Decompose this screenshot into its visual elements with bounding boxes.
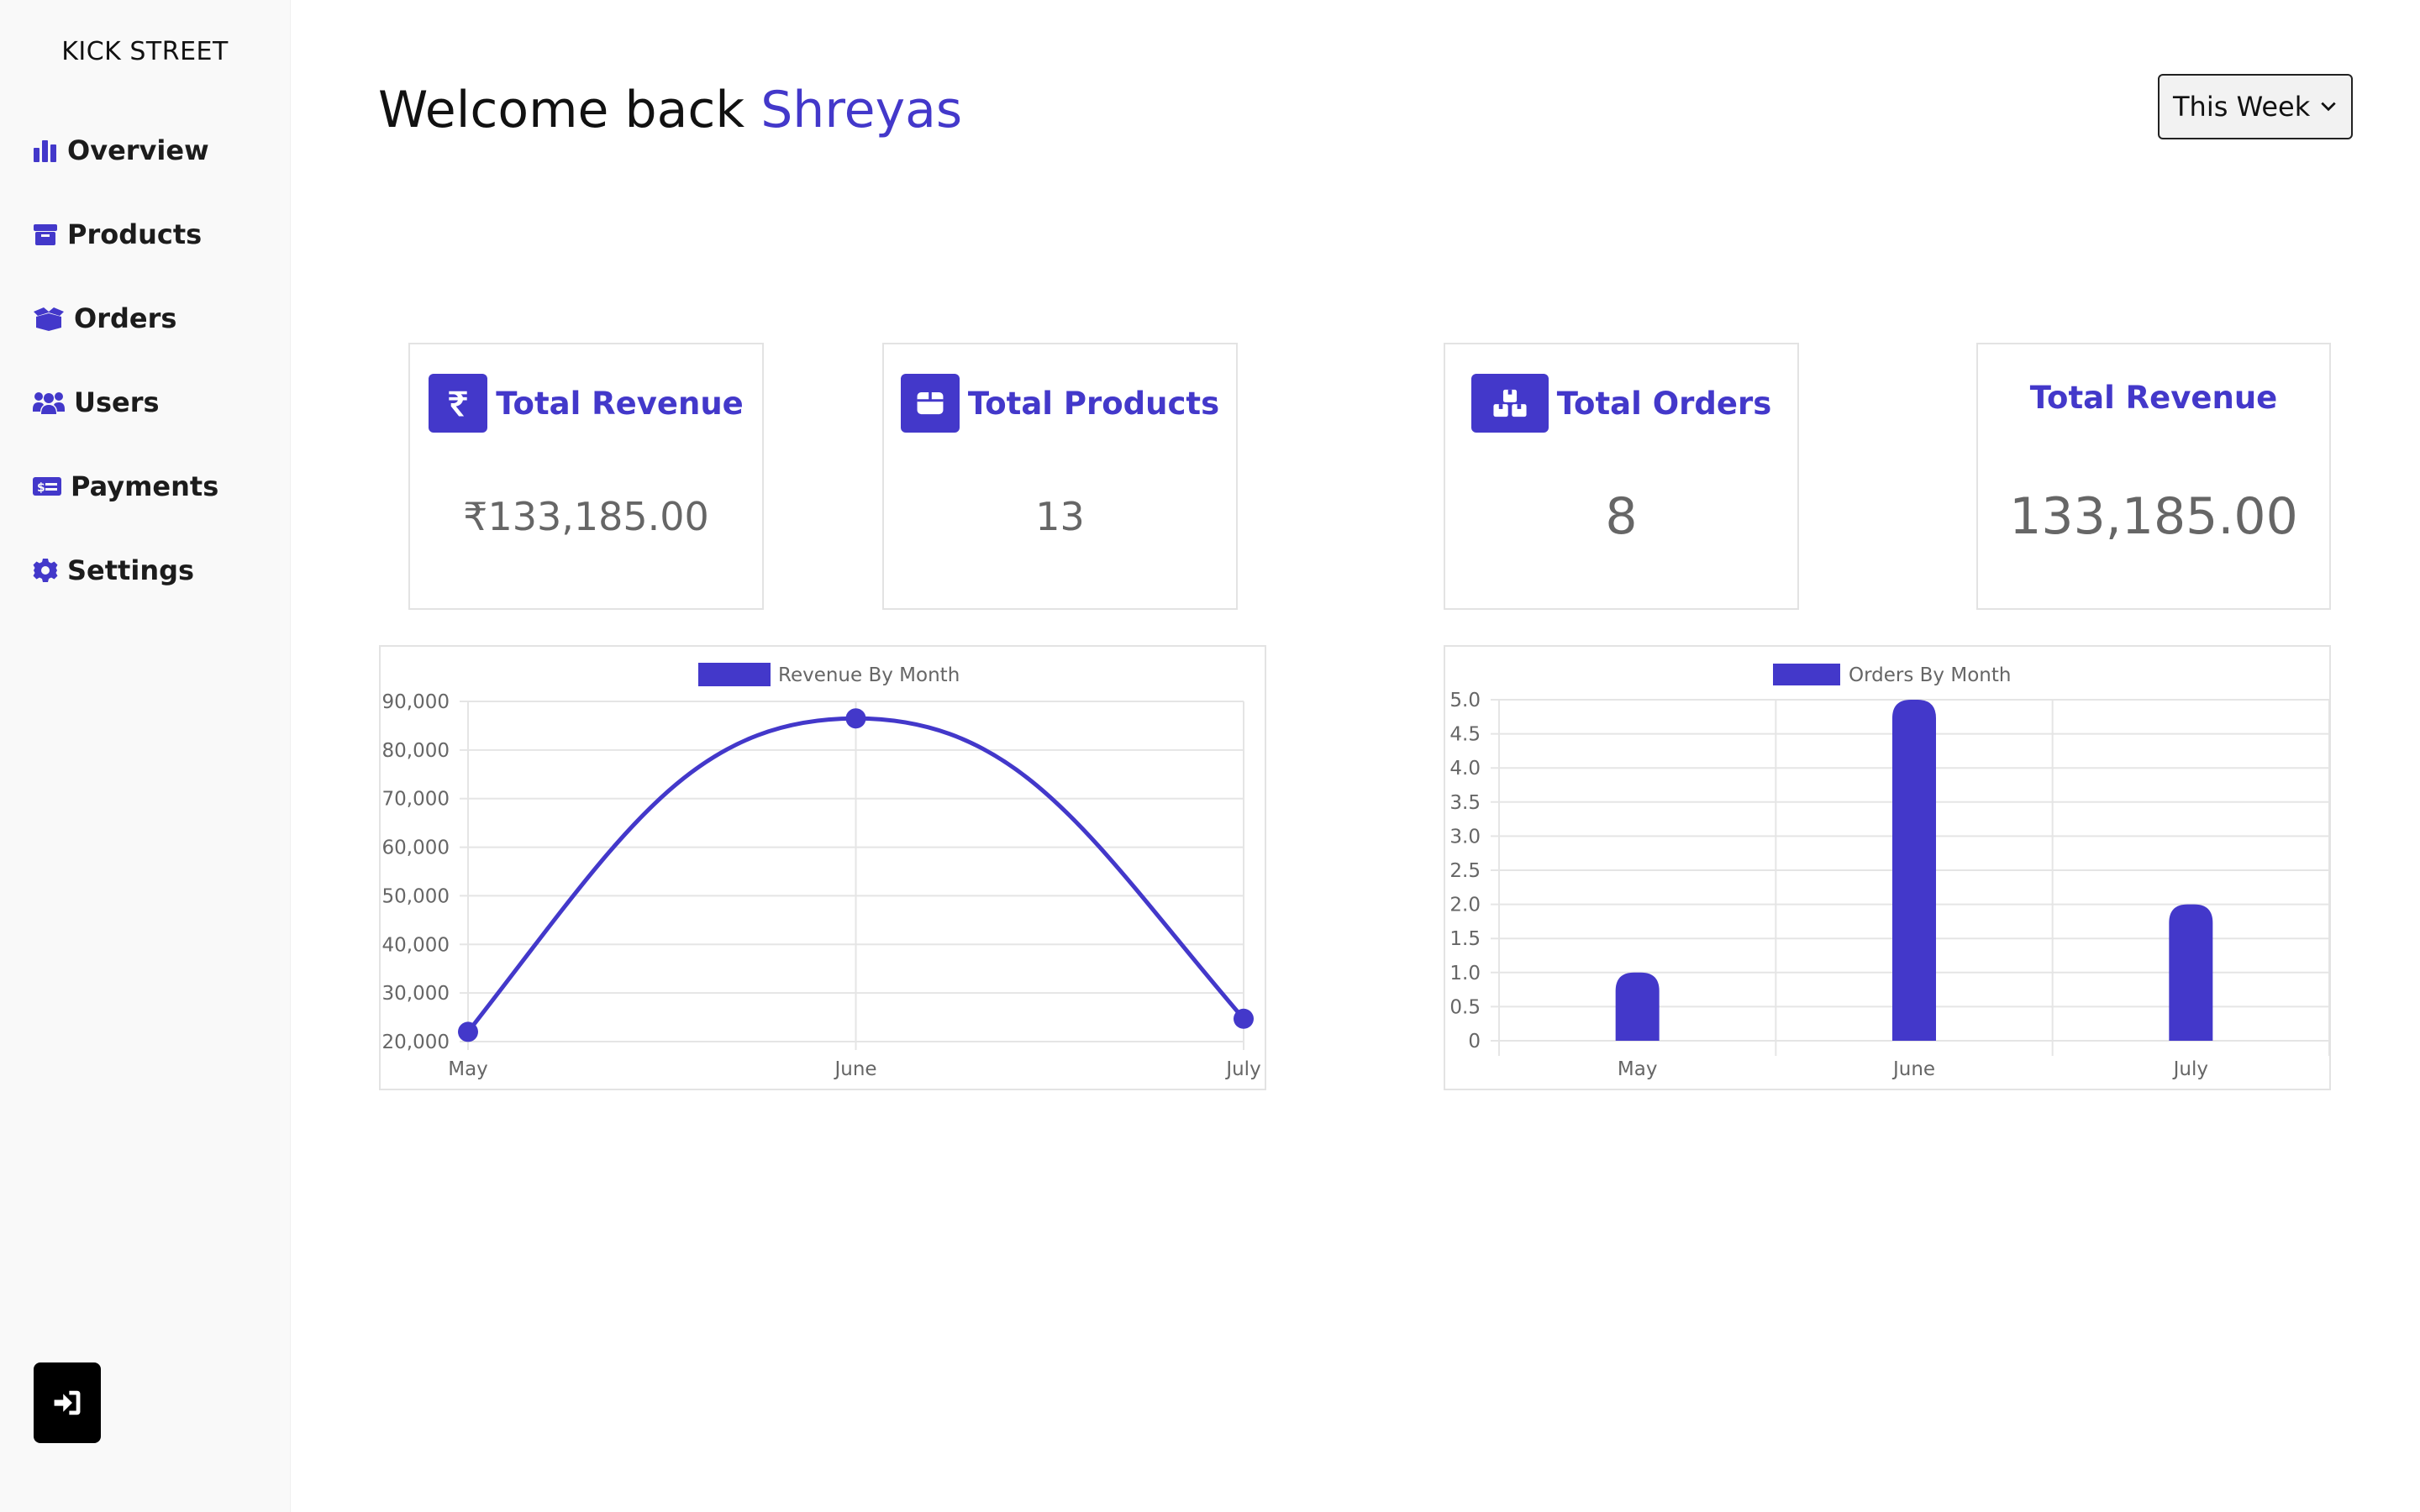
logout-button[interactable]: [34, 1362, 101, 1443]
users-icon: [33, 392, 65, 414]
y-tick-label: 40,000: [382, 934, 450, 956]
box-icon: [900, 374, 960, 433]
chevron-down-icon: [2321, 102, 2336, 112]
data-point: [845, 708, 866, 729]
bar: [1615, 972, 1660, 1041]
nav-item-overview[interactable]: Overview: [32, 134, 209, 166]
revenue-chart-svg: Revenue By Month 90,000 80,000 70,000 60,000…: [382, 663, 1261, 1080]
y-tick-label: 20,000: [382, 1032, 450, 1053]
y-tick-label: 4.0: [1449, 758, 1481, 780]
card-value: 8: [1605, 487, 1638, 546]
box-open-icon: [34, 307, 64, 331]
legend-swatch: [1773, 664, 1840, 685]
x-tick-label: July: [2172, 1058, 2208, 1080]
user-name: Shreyas: [760, 81, 963, 139]
stat-card-total-orders: Total Orders 8: [1444, 343, 1799, 610]
card-value: ₹133,185.00: [463, 494, 709, 539]
period-select-value: This Week: [2173, 91, 2311, 123]
x-tick-label: June: [833, 1058, 876, 1080]
nav-item-label: Users: [74, 386, 160, 418]
nav-item-orders[interactable]: Orders: [32, 302, 176, 334]
legend-label: Orders By Month: [1849, 664, 2011, 686]
nav-item-label: Orders: [74, 302, 177, 334]
legend-swatch: [698, 663, 771, 686]
y-tick-label: 2.0: [1449, 895, 1481, 916]
x-tick-label: June: [1891, 1058, 1935, 1080]
y-tick-label: 30,000: [382, 983, 450, 1005]
page-title: Welcome back Shreyas: [378, 81, 962, 139]
nav-item-label: Products: [67, 218, 203, 250]
period-select[interactable]: This Week: [2158, 74, 2353, 139]
brand-logo: KICK STREET: [61, 37, 229, 66]
bar: [2169, 904, 2213, 1041]
y-tick-label: 0.5: [1449, 996, 1481, 1018]
y-tick-label: 0: [1468, 1031, 1481, 1053]
rupee-icon: [429, 374, 488, 433]
nav-item-users[interactable]: Users: [32, 386, 160, 418]
x-tick-label: July: [1224, 1058, 1260, 1080]
nav-item-label: Payments: [71, 470, 219, 502]
data-point: [1234, 1008, 1254, 1029]
y-tick-label: 90,000: [382, 691, 450, 713]
card-title: Total Products: [967, 385, 1220, 422]
greeting-text: Welcome back: [378, 81, 745, 139]
y-tick-label: 5.0: [1449, 690, 1481, 711]
bar: [1892, 700, 1936, 1041]
stat-card-total-revenue-2: Total Revenue 133,185.00: [1976, 343, 2331, 610]
legend-label: Revenue By Month: [778, 664, 960, 686]
y-tick-label: 60,000: [382, 837, 450, 859]
x-tick-label: May: [1618, 1058, 1658, 1080]
card-value: 13: [1035, 494, 1085, 539]
card-value: 133,185.00: [2009, 487, 2298, 546]
box-icon: [34, 224, 57, 245]
gear-icon: [33, 559, 58, 582]
money-check-icon: $: [33, 477, 61, 496]
orders-chart-svg: Orders By Month 5.0 4.5 4.0 3.5 3.0 2.5 2.0 1.5 1…: [1449, 664, 2329, 1080]
stat-card-total-revenue: Total Revenue ₹133,185.00: [408, 343, 764, 610]
boxes-stacked-icon: [1470, 374, 1549, 433]
y-tick-label: 80,000: [382, 740, 450, 762]
y-tick-label: 50,000: [382, 885, 450, 907]
svg-text:$: $: [37, 481, 45, 495]
stat-card-total-products: Total Products 13: [882, 343, 1238, 610]
y-tick-label: 1.0: [1449, 963, 1481, 984]
y-tick-label: 3.5: [1449, 792, 1481, 814]
y-tick-label: 70,000: [382, 789, 450, 811]
orders-chart: Orders By Month 5.0 4.5 4.0 3.5 3.0 2.5 2.0 1.5 1…: [1444, 645, 2331, 1090]
y-tick-label: 4.5: [1449, 724, 1481, 746]
data-point: [458, 1021, 478, 1042]
sidebar: KICK STREET Overview Products Orders Use…: [0, 0, 291, 1512]
nav-item-label: Settings: [67, 554, 195, 586]
card-title: Total Revenue: [2029, 380, 2278, 416]
chart-bar-icon: [34, 140, 56, 162]
nav-item-settings[interactable]: Settings: [32, 554, 194, 586]
nav-item-payments[interactable]: $ Payments: [32, 470, 218, 502]
logout-icon: [54, 1390, 81, 1415]
x-tick-label: May: [448, 1058, 488, 1080]
y-tick-label: 2.5: [1449, 860, 1481, 882]
nav-item-label: Overview: [67, 134, 209, 166]
card-title: Total Orders: [1556, 385, 1772, 422]
nav-item-products[interactable]: Products: [32, 218, 202, 250]
revenue-chart: Revenue By Month 90,000 80,000 70,000 60,000…: [379, 645, 1266, 1090]
y-tick-label: 1.5: [1449, 928, 1481, 950]
card-title: Total Revenue: [496, 385, 744, 422]
y-tick-label: 3.0: [1449, 826, 1481, 848]
